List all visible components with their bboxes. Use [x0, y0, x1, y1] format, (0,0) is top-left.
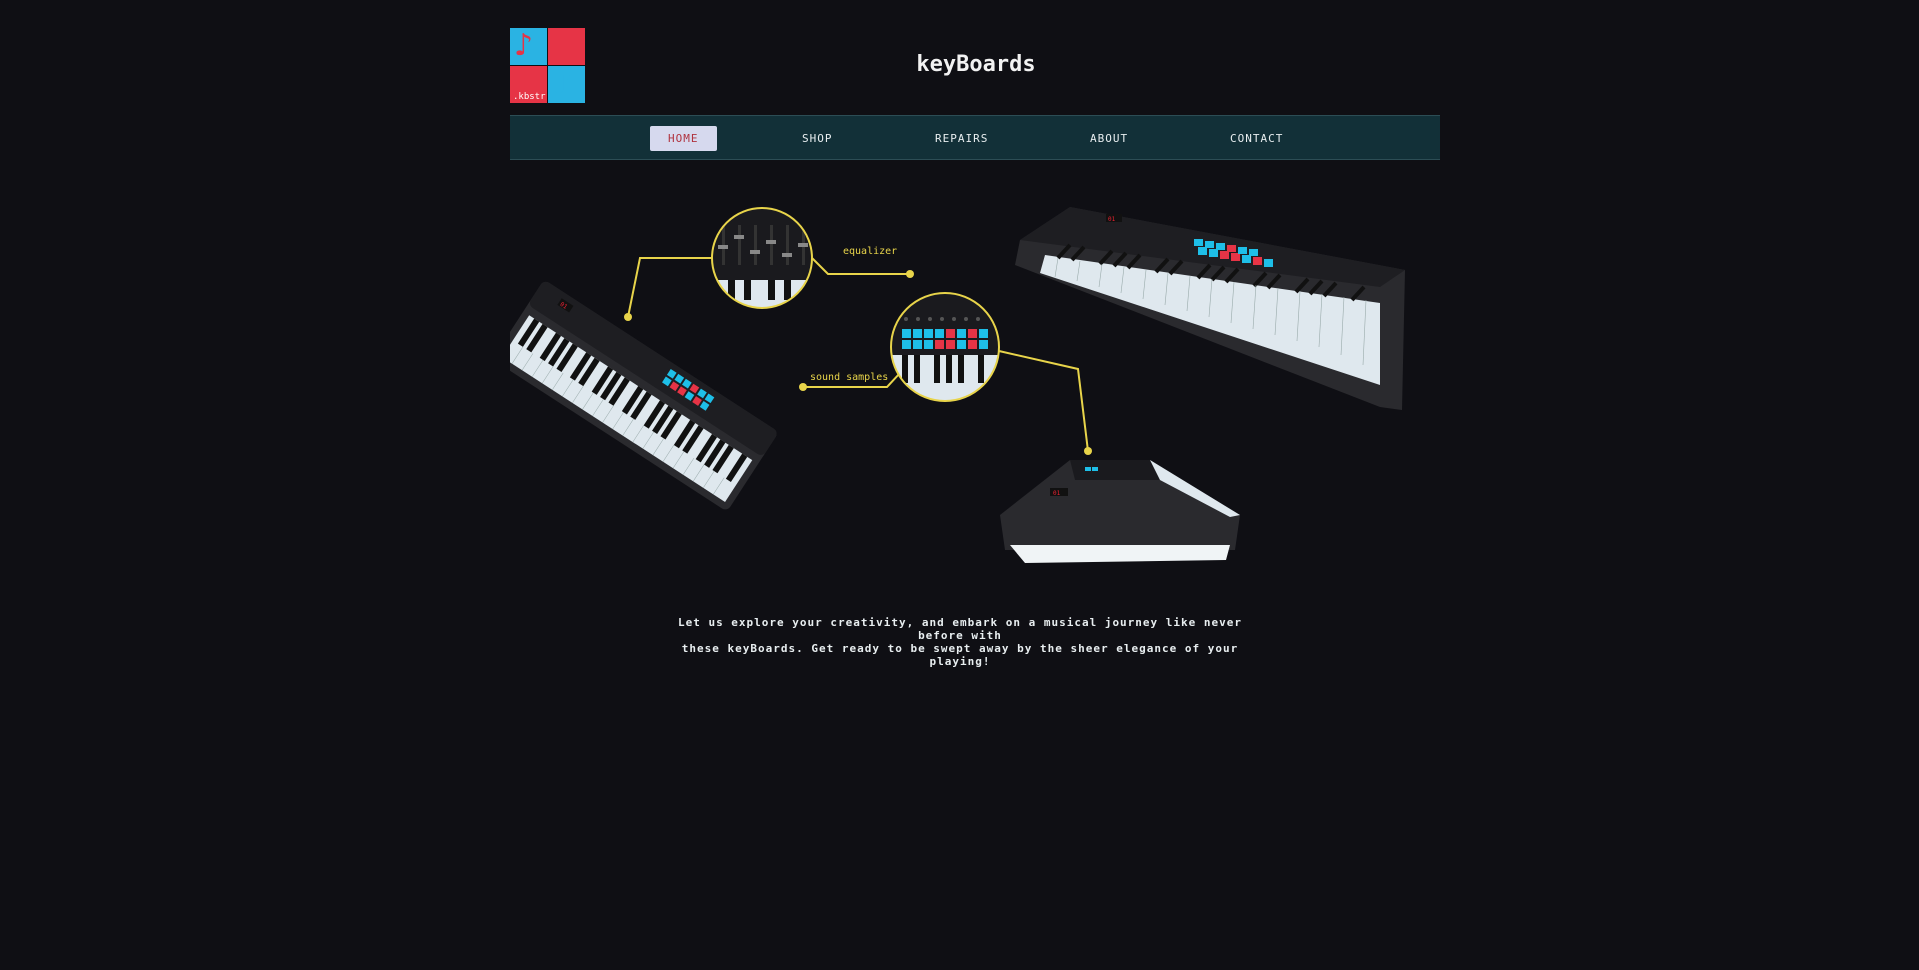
site-logo[interactable]: ♪ ♪ .kbstr [510, 28, 585, 103]
equalizer-label: equalizer [843, 246, 898, 257]
keyboard-bottom: 01 [1000, 460, 1240, 563]
tagline-line-1: Let us explore your creativity, and emba… [677, 616, 1243, 642]
nav-repairs[interactable]: REPAIRS [917, 126, 1006, 151]
music-note-icon: ♪ [514, 28, 534, 63]
nav-contact[interactable]: CONTACT [1212, 126, 1301, 151]
logo-tagline: .kbstr [513, 92, 546, 102]
hero-tagline: Let us explore your creativity, and emba… [660, 616, 1260, 668]
music-note-icon: ♪ [553, 66, 573, 101]
svg-text:01: 01 [1053, 490, 1061, 497]
main-navbar: HOME SHOP REPAIRS ABOUT CONTACT [510, 115, 1440, 160]
keyboard-left: 01 [510, 281, 777, 510]
svg-text:01: 01 [1108, 216, 1116, 223]
hero-illustration: 01 01 01 equalizer sound samples [510, 195, 1440, 575]
nav-about[interactable]: ABOUT [1072, 126, 1146, 151]
keyboard-right: 01 [1015, 207, 1405, 410]
tagline-line-2: these keyBoards. Get ready to be swept a… [681, 642, 1239, 668]
logo-tile [548, 28, 585, 65]
page-title: keyBoards [916, 52, 1036, 77]
nav-shop[interactable]: SHOP [784, 126, 851, 151]
sound-samples-label: sound samples [810, 372, 889, 383]
keyboards-illustration: 01 01 01 [510, 207, 1405, 563]
nav-home[interactable]: HOME [650, 126, 717, 151]
callout-equalizer [624, 207, 914, 321]
